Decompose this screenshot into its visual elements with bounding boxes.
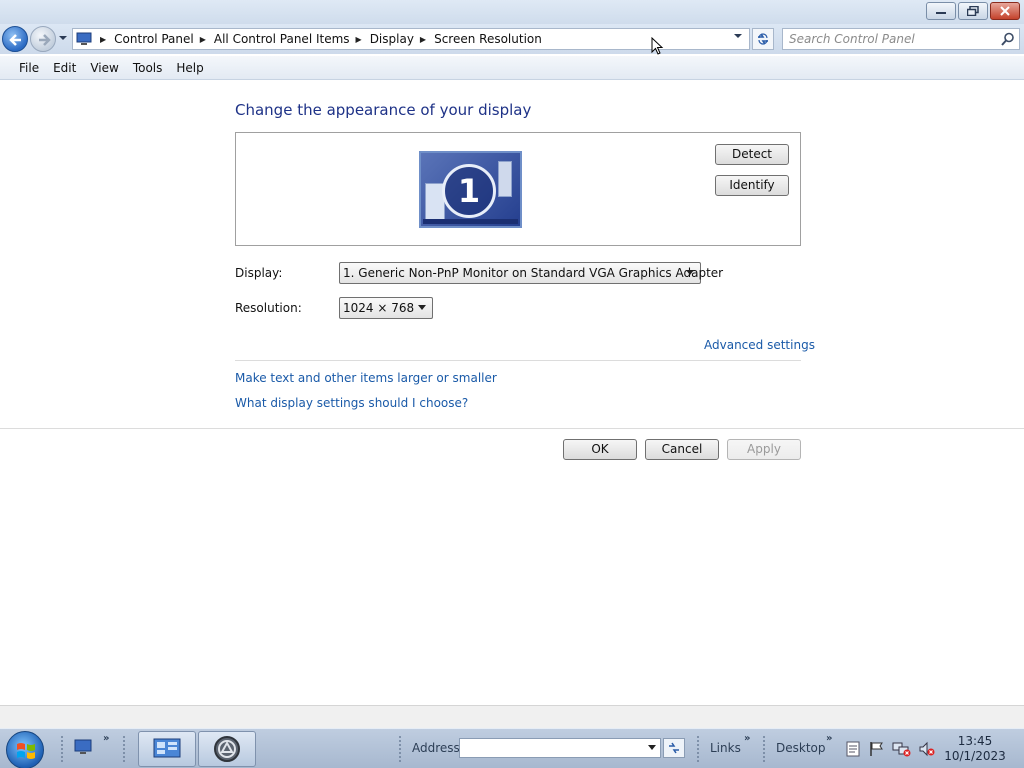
- detect-button[interactable]: Detect: [715, 144, 789, 165]
- quicklaunch-more-icon[interactable]: »: [103, 733, 109, 744]
- cancel-button[interactable]: Cancel: [645, 439, 719, 460]
- page-title: Change the appearance of your display: [235, 101, 532, 119]
- recent-pages-dropdown[interactable]: [58, 35, 68, 41]
- computer-icon: [76, 32, 92, 45]
- taskbar-address-go-button[interactable]: [663, 738, 685, 758]
- taskbar: » Address Links » Desktop » 13:45 10/1/2…: [0, 728, 1024, 768]
- taskbar-address-input[interactable]: [459, 738, 661, 758]
- refresh-icon: [669, 742, 679, 754]
- breadcrumb-screen-resolution[interactable]: Screen Resolution: [434, 29, 542, 49]
- window-controls: [926, 2, 1020, 20]
- taskbar-links-toolbar[interactable]: Links: [710, 741, 741, 755]
- search-icon[interactable]: [1001, 32, 1015, 46]
- clock-date: 10/1/2023: [944, 749, 1006, 763]
- breadcrumb-display[interactable]: Display ▶: [370, 29, 434, 49]
- breadcrumb-control-panel[interactable]: Control Panel ▶: [114, 29, 214, 49]
- notes-icon[interactable]: [846, 741, 860, 757]
- address-bar[interactable]: ▶ Control Panel ▶ All Control Panel Items…: [72, 28, 750, 50]
- address-dropdown-icon[interactable]: [733, 33, 743, 39]
- windows-logo-icon: [17, 743, 35, 759]
- flag-icon[interactable]: [868, 741, 884, 757]
- title-bar: [0, 0, 1024, 24]
- menu-view[interactable]: View: [83, 61, 125, 75]
- taskbar-address-label: Address: [412, 741, 460, 755]
- resolution-select[interactable]: 1024 × 768: [339, 297, 433, 319]
- navigation-bar: ▶ Control Panel ▶ All Control Panel Items…: [0, 24, 1024, 54]
- display-label: Display:: [235, 266, 283, 280]
- menu-file[interactable]: File: [12, 61, 46, 75]
- refresh-icon: [758, 33, 768, 45]
- advanced-settings-link[interactable]: Advanced settings: [704, 338, 815, 352]
- resolution-label: Resolution:: [235, 301, 302, 315]
- network-icon[interactable]: [892, 741, 912, 757]
- clock-time: 13:45: [957, 734, 993, 748]
- desktop-more-icon[interactable]: »: [826, 733, 832, 744]
- footer-divider: [0, 428, 1024, 429]
- system-clock[interactable]: 13:45 10/1/2023: [940, 734, 1010, 764]
- refresh-button[interactable]: [752, 28, 774, 50]
- restore-button[interactable]: [958, 2, 988, 20]
- taskbar-control-panel[interactable]: [138, 731, 196, 767]
- taskbar-desktop-toolbar[interactable]: Desktop: [776, 741, 826, 755]
- forward-button[interactable]: [30, 26, 56, 52]
- mouse-cursor-icon: [651, 37, 664, 55]
- display-select[interactable]: 1. Generic Non-PnP Monitor on Standard V…: [339, 262, 723, 284]
- links-more-icon[interactable]: »: [744, 733, 750, 744]
- text-size-link[interactable]: Make text and other items larger or smal…: [235, 371, 497, 385]
- close-button[interactable]: [990, 2, 1020, 20]
- menu-tools[interactable]: Tools: [126, 61, 170, 75]
- identify-button[interactable]: Identify: [715, 175, 789, 196]
- monitor-1-thumbnail[interactable]: 1: [419, 151, 522, 228]
- apply-button[interactable]: Apply: [727, 439, 801, 460]
- menu-edit[interactable]: Edit: [46, 61, 83, 75]
- search-input[interactable]: Search Control Panel: [782, 28, 1020, 50]
- app-icon: [214, 736, 240, 762]
- divider: [235, 360, 801, 361]
- forward-arrow-icon: [39, 34, 51, 46]
- minimize-icon: [936, 12, 946, 14]
- chevron-down-icon: [418, 305, 426, 310]
- status-bar: [0, 705, 1024, 728]
- display-preview-panel: 1 Detect Identify: [235, 132, 801, 246]
- control-panel-icon: [153, 738, 181, 758]
- chevron-down-icon: [686, 270, 694, 275]
- volume-muted-icon[interactable]: [918, 741, 936, 757]
- show-desktop-icon[interactable]: [74, 739, 92, 755]
- ok-button[interactable]: OK: [563, 439, 637, 460]
- breadcrumb-all-items[interactable]: All Control Panel Items ▶: [214, 29, 370, 49]
- display-help-link[interactable]: What display settings should I choose?: [235, 396, 468, 410]
- restore-icon: [967, 6, 979, 16]
- close-icon: [1000, 6, 1010, 16]
- menu-bar: File Edit View Tools Help: [0, 56, 1024, 80]
- minimize-button[interactable]: [926, 2, 956, 20]
- back-arrow-icon: [9, 34, 21, 46]
- menu-help[interactable]: Help: [169, 61, 210, 75]
- back-button[interactable]: [2, 26, 28, 52]
- monitor-number: 1: [442, 164, 496, 218]
- taskbar-app[interactable]: [198, 731, 256, 767]
- chevron-down-icon: [648, 745, 656, 750]
- start-button[interactable]: [6, 731, 44, 768]
